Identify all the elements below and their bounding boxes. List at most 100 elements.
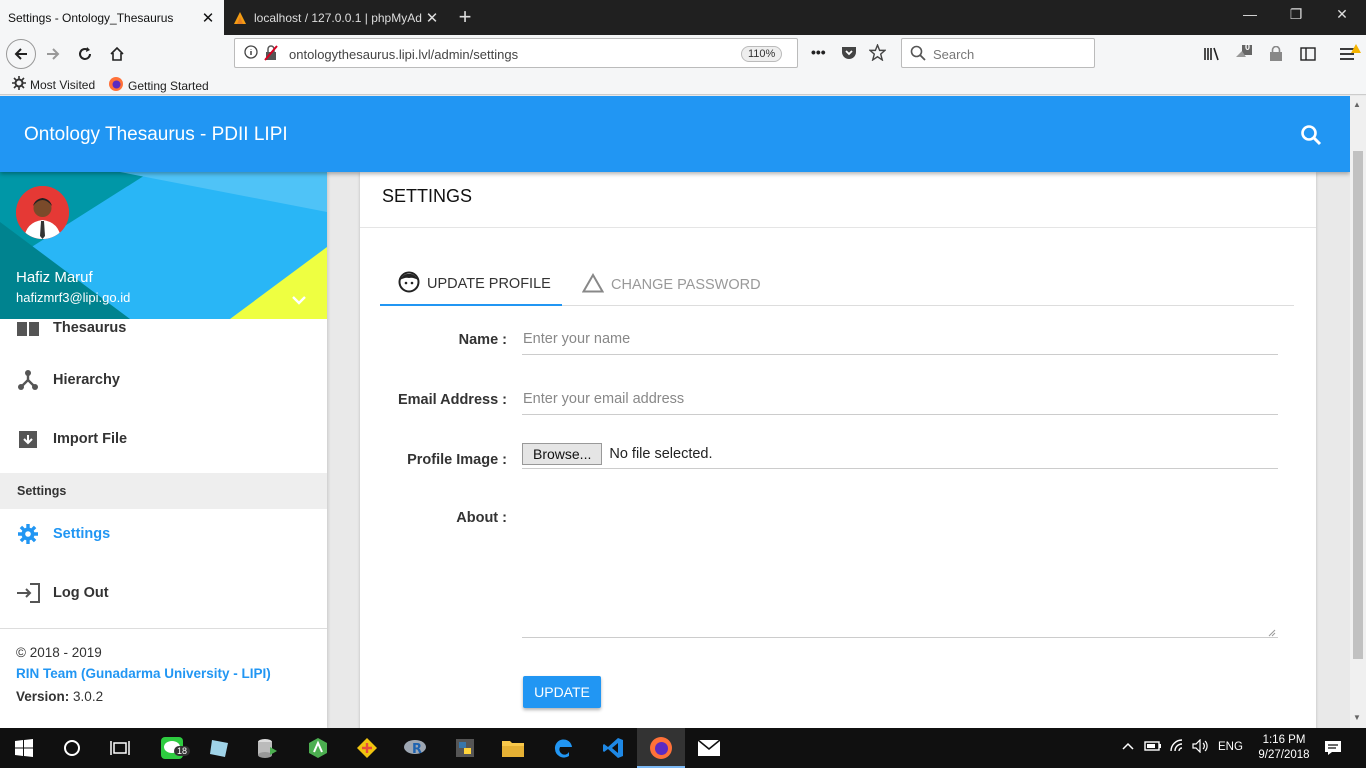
version-value: 3.0.2 (73, 689, 104, 704)
copyright-text: © 2018 - 2019 (16, 645, 102, 660)
sync-extension-icon[interactable]: 0 (1232, 42, 1256, 66)
version-label: Version: (16, 689, 70, 704)
restore-icon[interactable]: ❐ (1276, 6, 1316, 23)
tab-label: CHANGE PASSWORD (611, 277, 761, 293)
search-icon (910, 45, 926, 64)
settings-card: SETTINGS UPDATE PROFILE CHANGE PASSWORD … (360, 172, 1316, 728)
logout-icon (16, 581, 40, 605)
system-clock[interactable]: 1:16 PM 9/27/2018 (1250, 733, 1318, 763)
gear-icon (16, 522, 40, 546)
sidebar-item-hierarchy[interactable]: Hierarchy (0, 357, 327, 403)
database-app-icon[interactable] (255, 736, 279, 760)
line-app-icon[interactable]: 18 (160, 736, 191, 760)
edge-browser-icon[interactable] (551, 736, 575, 760)
user-info-panel: Hafiz Maruf hafizmrf3@lipi.go.id (0, 172, 327, 319)
browser-nav-bar: ontologythesaurus.lipi.lvl/admin/setting… (0, 35, 1366, 73)
firefox-taskbar-icon[interactable] (649, 736, 673, 760)
bookmark-label: Getting Started (128, 78, 209, 93)
pocket-icon[interactable] (841, 45, 857, 64)
lock-extension-icon[interactable] (1264, 42, 1288, 66)
battery-icon[interactable] (1144, 740, 1162, 755)
task-view-icon[interactable] (108, 736, 132, 760)
extension-badge: 0 (1245, 42, 1251, 52)
scrollbar-thumb[interactable] (1353, 151, 1363, 659)
resize-grip-icon[interactable] (1266, 627, 1276, 637)
android-studio-icon[interactable] (306, 736, 330, 760)
wifi-icon[interactable] (1170, 739, 1186, 756)
menu-icon[interactable] (1335, 42, 1361, 66)
update-button[interactable]: UPDATE (523, 676, 601, 708)
archive-icon (16, 427, 40, 451)
file-explorer-icon[interactable] (501, 736, 525, 760)
app-title[interactable]: Ontology Thesaurus - PDII LIPI (24, 124, 288, 146)
new-tab-button[interactable]: + (452, 4, 478, 30)
sidebar-item-logout[interactable]: Log Out (0, 570, 327, 616)
page-title: SETTINGS (382, 186, 473, 206)
sidebar-item-thesaurus[interactable]: Thesaurus (0, 305, 327, 351)
address-bar[interactable]: ontologythesaurus.lipi.lvl/admin/setting… (234, 38, 887, 68)
python-icon[interactable] (453, 736, 477, 760)
cortana-search-icon[interactable] (60, 736, 84, 760)
browse-button[interactable]: Browse... (522, 443, 603, 465)
vscode-icon[interactable] (601, 736, 625, 760)
browser-tab-settings[interactable]: Settings - Ontology_Thesaurus ✕ (0, 0, 224, 35)
email-input[interactable] (522, 383, 1278, 415)
name-input[interactable] (522, 323, 1278, 355)
bookmark-label: Most Visited (30, 77, 96, 92)
git-app-icon[interactable] (355, 736, 379, 760)
version-info: Version: 3.0.2 (16, 689, 327, 704)
sidebar-item-label: Settings (53, 526, 111, 542)
sidebar-toggle-icon[interactable] (1296, 42, 1320, 66)
zoom-indicator[interactable]: 110% (741, 46, 783, 62)
insecure-lock-icon[interactable] (264, 45, 278, 64)
bookmarks-toolbar: Most Visited Getting Started (0, 73, 1366, 95)
back-icon[interactable] (6, 39, 36, 69)
close-icon[interactable]: ✕ (424, 9, 440, 27)
tab-change-password[interactable]: CHANGE PASSWORD (581, 264, 772, 306)
window-close-icon[interactable]: ✕ (1322, 6, 1362, 23)
hierarchy-icon (16, 368, 40, 392)
minimize-icon[interactable]: — (1230, 6, 1270, 22)
no-file-text: No file selected. (609, 446, 713, 462)
search-icon[interactable] (1300, 124, 1322, 149)
info-icon[interactable] (244, 45, 258, 62)
team-link[interactable]: RIN Team (Gunadarma University - LIPI) (16, 666, 327, 681)
action-center-icon[interactable] (1321, 736, 1345, 760)
bookmark-getting-started[interactable]: Getting Started (108, 76, 209, 95)
mail-app-icon[interactable] (697, 736, 721, 760)
sidebar-item-import-file[interactable]: Import File (0, 416, 327, 462)
page-actions-icon[interactable]: ••• (811, 44, 826, 60)
sidebar-item-label: Hierarchy (53, 372, 120, 388)
close-icon[interactable]: ✕ (200, 9, 216, 27)
svg-text:R: R (412, 742, 422, 757)
library-icon[interactable] (1200, 42, 1224, 66)
sidebar-item-label: Import File (53, 431, 128, 447)
volume-icon[interactable] (1192, 738, 1210, 756)
search-placeholder: Search (933, 47, 975, 62)
scroll-down-icon[interactable]: ▼ (1353, 713, 1361, 722)
scroll-up-icon[interactable]: ▲ (1353, 100, 1361, 109)
about-label: About : (456, 510, 507, 526)
bookmark-star-icon[interactable] (868, 43, 887, 64)
sidebar-item-settings[interactable]: Settings (0, 511, 327, 557)
tab-label: UPDATE PROFILE (427, 276, 551, 292)
page-scrollbar[interactable]: ▲ ▼ (1350, 96, 1366, 728)
rstudio-icon[interactable]: R (403, 736, 427, 760)
bookmark-most-visited[interactable]: Most Visited (12, 76, 95, 93)
forward-icon[interactable] (41, 42, 65, 66)
avatar[interactable] (16, 186, 69, 239)
about-textarea[interactable] (522, 512, 1278, 638)
browser-search-field[interactable]: Search (901, 38, 1095, 68)
sidebar: Hafiz Maruf hafizmrf3@lipi.go.id Thesaur… (0, 172, 327, 728)
windows-start-icon[interactable] (12, 736, 36, 760)
notes-app-icon[interactable] (207, 736, 231, 760)
tab-update-profile[interactable]: UPDATE PROFILE (380, 264, 562, 306)
chevron-up-icon[interactable] (1122, 741, 1134, 753)
reload-icon[interactable] (73, 42, 97, 66)
tab-title: localhost / 127.0.0.1 | phpMyAd (254, 10, 422, 25)
clock-date: 9/27/2018 (1258, 749, 1310, 761)
browser-tab-phpmyadmin[interactable]: localhost / 127.0.0.1 | phpMyAd ✕ (224, 0, 448, 35)
home-icon[interactable] (105, 42, 129, 66)
language-indicator[interactable]: ENG (1218, 741, 1243, 753)
sidebar-item-label: Thesaurus (53, 320, 127, 336)
